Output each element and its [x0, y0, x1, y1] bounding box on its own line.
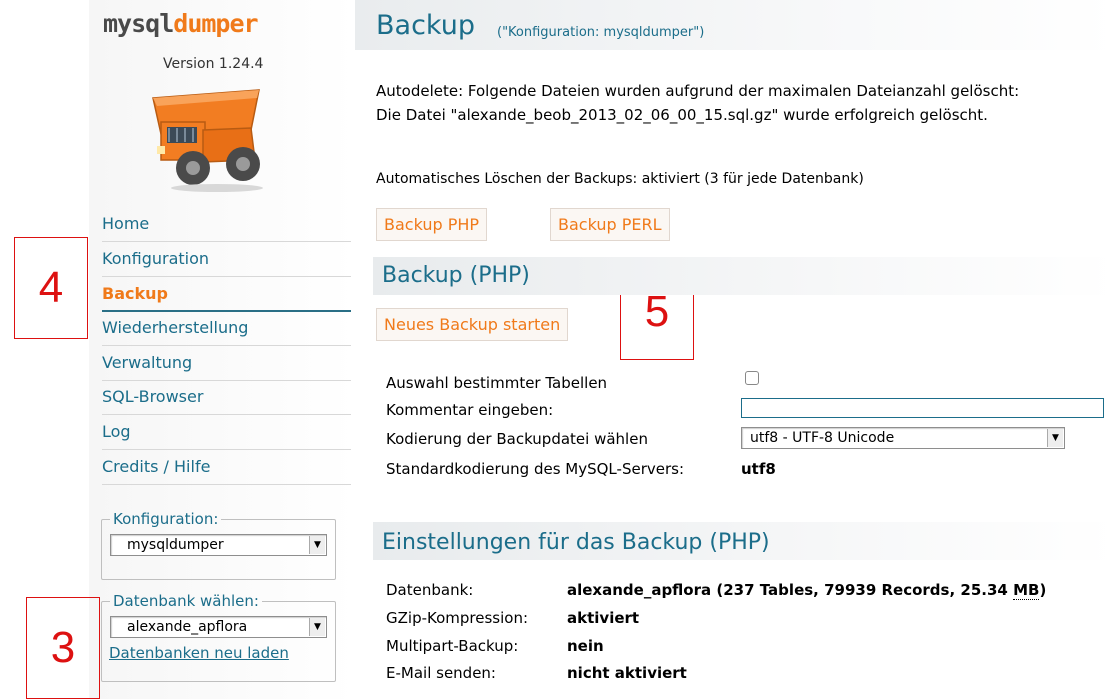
- config-select-value: mysqldumper: [127, 537, 224, 553]
- page-title: Backup: [376, 10, 475, 41]
- dump-truck-logo-icon: [152, 89, 263, 192]
- comment-label: Kommentar eingeben:: [386, 401, 554, 419]
- database-stats: (237 Tables, 79939 Records, 25.34: [716, 581, 1008, 599]
- default-encoding-label: Standardkodierung des MySQL-Servers:: [386, 460, 685, 478]
- encoding-label: Kodierung der Backupdatei wählen: [386, 430, 648, 448]
- database-select-value: alexande_apflora: [127, 619, 248, 635]
- nav-item-konfiguration[interactable]: Konfiguration: [102, 242, 351, 277]
- backup-perl-button[interactable]: Backup PERL: [550, 208, 670, 241]
- multipart-value: nein: [567, 637, 604, 655]
- logo-text-right: dumper: [173, 9, 258, 38]
- reload-databases-link[interactable]: Datenbanken neu laden: [109, 644, 327, 662]
- backup-php-section-title: Backup (PHP): [382, 263, 530, 288]
- config-legend: Konfiguration:: [113, 510, 219, 528]
- config-select[interactable]: mysqldumper ▼: [110, 534, 327, 556]
- nav-item-backup[interactable]: Backup: [102, 277, 351, 312]
- database-stats-close: ): [1039, 581, 1047, 599]
- autodelete-status: Automatisches Löschen der Backups: aktiv…: [376, 171, 864, 187]
- database-info-value: alexande_apflora (237 Tables, 79939 Reco…: [567, 581, 1047, 600]
- nav-item-verwaltung[interactable]: Verwaltung: [102, 346, 351, 381]
- default-encoding-value: utf8: [741, 460, 776, 478]
- database-info-label: Datenbank:: [386, 581, 474, 599]
- deleted-file-message: Die Datei "alexande_beob_2013_02_06_00_1…: [376, 106, 988, 124]
- gzip-value: aktiviert: [567, 609, 640, 627]
- chevron-down-icon: ▼: [309, 536, 325, 554]
- annotation-3: 3: [26, 597, 100, 699]
- database-legend: Datenbank wählen:: [113, 592, 259, 610]
- chevron-down-icon: ▼: [1047, 429, 1063, 447]
- page-subtitle: ("Konfiguration: mysqldumper"): [497, 25, 705, 40]
- logo: mysqldumper: [103, 6, 333, 42]
- nav-item-wiederherstellung[interactable]: Wiederherstellung: [102, 311, 351, 346]
- email-value: nicht aktiviert: [567, 664, 687, 682]
- comment-input[interactable]: [741, 398, 1104, 418]
- backup-php-button[interactable]: Backup PHP: [376, 208, 488, 241]
- chevron-down-icon: ▼: [309, 618, 325, 636]
- autodelete-message: Autodelete: Folgende Dateien wurden aufg…: [376, 82, 1020, 100]
- config-selector-box: Konfiguration: mysqldumper ▼: [101, 510, 336, 580]
- nav-item-log[interactable]: Log: [102, 415, 351, 450]
- database-name: alexande_apflora: [567, 581, 712, 599]
- multipart-label: Multipart-Backup:: [386, 637, 519, 655]
- nav-item-sql-browser[interactable]: SQL-Browser: [102, 380, 351, 415]
- select-tables-checkbox[interactable]: [745, 371, 759, 385]
- gzip-label: GZip-Kompression:: [386, 609, 529, 627]
- nav-item-home[interactable]: Home: [102, 207, 351, 242]
- encoding-select-value: utf8 - UTF-8 Unicode: [750, 430, 895, 446]
- database-select[interactable]: alexande_apflora ▼: [110, 616, 327, 638]
- select-tables-label: Auswahl bestimmter Tabellen: [386, 374, 608, 392]
- annotation-4: 4: [14, 237, 88, 339]
- settings-section-title: Einstellungen für das Backup (PHP): [382, 530, 770, 555]
- email-label: E-Mail senden:: [386, 664, 496, 682]
- version-label: Version 1.24.4: [163, 56, 264, 72]
- encoding-select[interactable]: utf8 - UTF-8 Unicode ▼: [741, 427, 1065, 449]
- database-selector-box: Datenbank wählen: alexande_apflora ▼ Dat…: [101, 592, 336, 682]
- start-backup-button[interactable]: Neues Backup starten: [376, 308, 569, 341]
- size-unit: MB: [1013, 581, 1040, 600]
- nav-item-credits-hilfe[interactable]: Credits / Hilfe: [102, 450, 351, 485]
- logo-text-left: mysql: [103, 9, 174, 38]
